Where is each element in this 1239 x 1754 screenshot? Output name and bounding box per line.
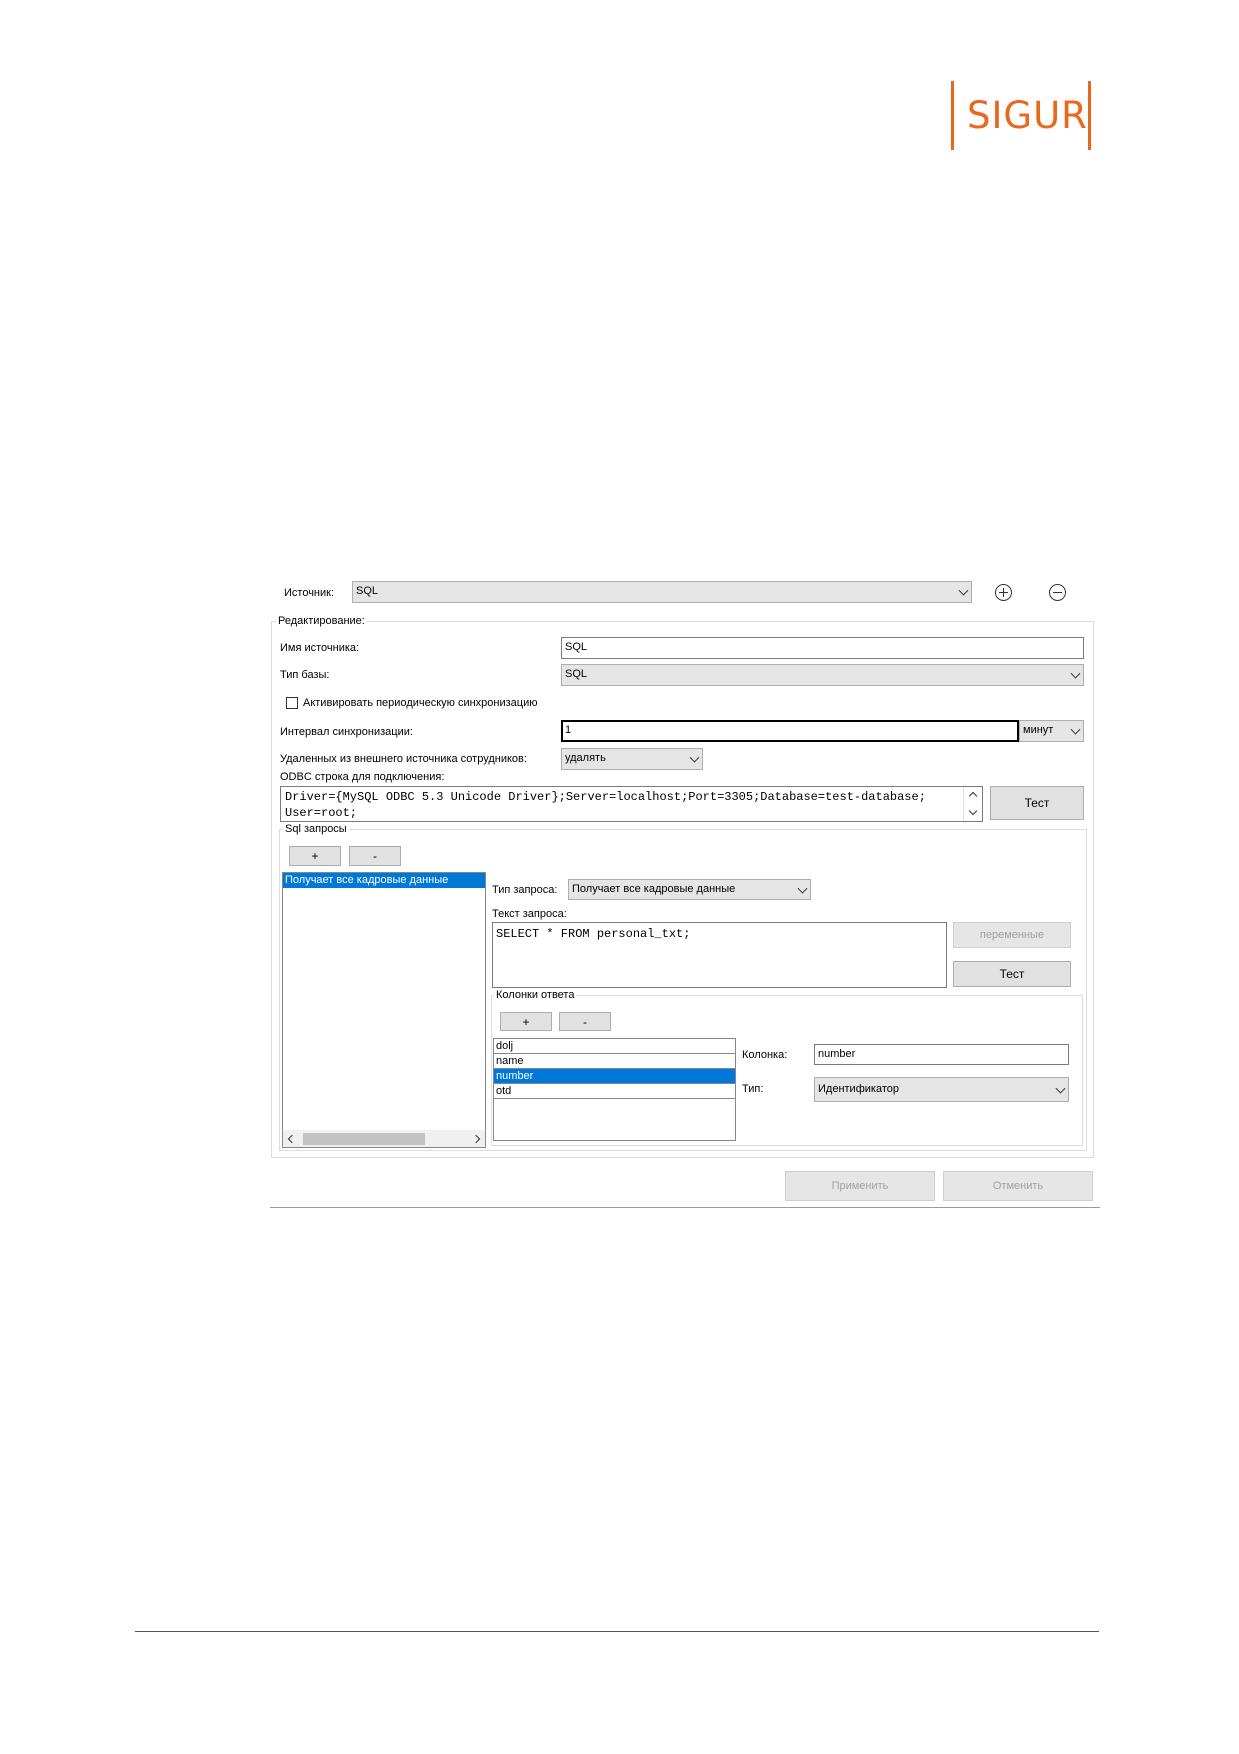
- column-item-dolj[interactable]: dolj: [494, 1039, 735, 1054]
- odbc-label: ODBC строка для подключения:: [280, 771, 445, 783]
- chevron-down-icon: [1070, 724, 1081, 735]
- column-item-number[interactable]: number: [494, 1069, 735, 1084]
- sync-interval-unit-select[interactable]: минут: [1019, 720, 1084, 742]
- source-label: Источник:: [284, 587, 335, 599]
- query-text-label: Текст запроса:: [492, 908, 567, 920]
- columns-list[interactable]: dolj name number otd: [493, 1038, 736, 1141]
- sql-queries-title: Sql запросы: [283, 823, 349, 836]
- column-type-select[interactable]: Идентификатор: [814, 1077, 1069, 1102]
- odbc-textarea[interactable]: Driver={MySQL ODBC 5.3 Unicode Driver};S…: [280, 786, 983, 822]
- logo-text: SIGUR: [967, 94, 1088, 137]
- sync-interval-input[interactable]: 1: [561, 720, 1019, 742]
- logo-bar-left: [951, 81, 954, 150]
- column-name-input[interactable]: number: [814, 1044, 1069, 1065]
- scrollbar-thumb[interactable]: [303, 1133, 425, 1145]
- query-list[interactable]: Получает все кадровые данные: [282, 872, 486, 1148]
- remove-query-button[interactable]: -: [349, 846, 401, 866]
- remove-column-button[interactable]: -: [559, 1012, 611, 1031]
- chevron-down-icon: [1055, 1083, 1066, 1094]
- query-type-select[interactable]: Получает все кадровые данные: [568, 879, 811, 900]
- chevron-down-icon: [958, 585, 969, 596]
- source-name-input[interactable]: SQL: [561, 637, 1084, 659]
- odbc-line-2: User=root;: [285, 806, 358, 820]
- column-item-otd[interactable]: otd: [494, 1084, 735, 1099]
- query-list-hscrollbar[interactable]: [283, 1130, 485, 1147]
- dialog-bottom-border: [270, 1207, 1100, 1208]
- odbc-line-1: Driver={MySQL ODBC 5.3 Unicode Driver};S…: [285, 790, 926, 804]
- page-footer-line: [135, 1631, 1099, 1632]
- chevron-right-icon[interactable]: [471, 1134, 481, 1144]
- query-list-item[interactable]: Получает все кадровые данные: [283, 873, 485, 888]
- deleted-employees-label: Удаленных из внешнего источника сотрудни…: [280, 753, 527, 765]
- apply-button[interactable]: Применить: [785, 1171, 935, 1201]
- remove-source-icon[interactable]: [1049, 584, 1066, 601]
- column-label: Колонка:: [742, 1049, 788, 1061]
- sync-interval-label: Интервал синхронизации:: [280, 726, 413, 738]
- db-type-value: SQL: [565, 668, 588, 680]
- source-select-value: SQL: [356, 585, 379, 597]
- chevron-down-icon: [1070, 668, 1081, 679]
- odbc-scrollbar[interactable]: [963, 787, 982, 821]
- query-text-area[interactable]: SELECT * FROM personal_txt;: [492, 922, 947, 988]
- chevron-left-icon[interactable]: [287, 1134, 297, 1144]
- add-query-button[interactable]: +: [289, 846, 341, 866]
- db-type-label: Тип базы:: [280, 669, 330, 681]
- chevron-down-icon: [689, 752, 700, 763]
- deleted-employees-value: удалять: [565, 752, 606, 764]
- column-type-value: Идентификатор: [818, 1083, 899, 1095]
- periodic-sync-label: Активировать периодическую синхронизацию: [303, 697, 538, 709]
- periodic-sync-checkbox[interactable]: [286, 697, 298, 709]
- query-text: SELECT * FROM personal_txt;: [496, 927, 691, 941]
- source-select[interactable]: SQL: [352, 581, 972, 603]
- query-type-label: Тип запроса:: [492, 884, 558, 896]
- odbc-test-button[interactable]: Тест: [990, 786, 1084, 820]
- query-type-value: Получает все кадровые данные: [572, 883, 736, 895]
- chevron-down-icon[interactable]: [968, 806, 978, 816]
- column-item-name[interactable]: name: [494, 1054, 735, 1069]
- variables-button[interactable]: переменные: [953, 922, 1071, 948]
- interval-unit-value: минут: [1023, 724, 1054, 736]
- response-columns-title: Колонки ответа: [494, 989, 577, 1002]
- db-type-select[interactable]: SQL: [561, 664, 1084, 686]
- deleted-employees-select[interactable]: удалять: [561, 748, 703, 770]
- logo-bar-right: [1088, 81, 1091, 150]
- chevron-down-icon: [797, 883, 808, 894]
- add-column-button[interactable]: +: [500, 1012, 552, 1031]
- query-test-button[interactable]: Тест: [953, 961, 1071, 987]
- column-type-label: Тип:: [742, 1083, 764, 1095]
- editing-group-title: Редактирование:: [276, 615, 367, 628]
- source-name-label: Имя источника:: [280, 642, 360, 654]
- cancel-button[interactable]: Отменить: [943, 1171, 1093, 1201]
- add-source-icon[interactable]: [995, 584, 1012, 601]
- chevron-up-icon[interactable]: [968, 791, 978, 801]
